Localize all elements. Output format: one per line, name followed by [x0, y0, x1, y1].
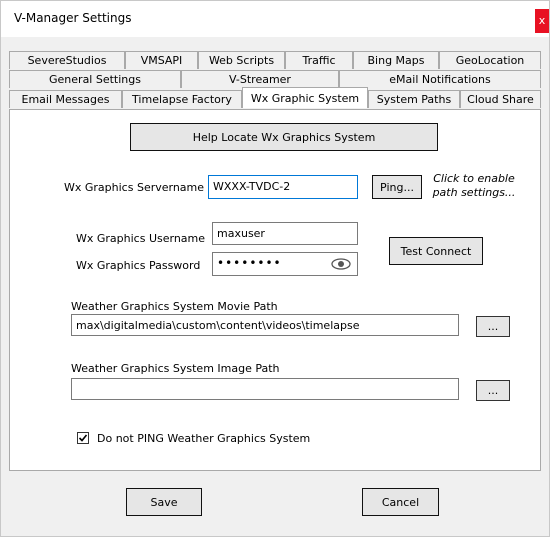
password-value: ••••••••	[217, 256, 282, 270]
window-title: V-Manager Settings	[14, 11, 132, 25]
username-label: Wx Graphics Username	[76, 232, 206, 245]
tab-email-notifications[interactable]: eMail Notifications	[339, 70, 541, 88]
tab-wx-graphic-system[interactable]: Wx Graphic System	[242, 87, 368, 108]
password-label: Wx Graphics Password	[76, 259, 201, 272]
movie-path-browse-button[interactable]: ...	[476, 316, 510, 337]
image-path-input[interactable]	[71, 378, 459, 400]
tab-bing-maps[interactable]: Bing Maps	[353, 51, 439, 69]
tab-traffic[interactable]: Traffic	[285, 51, 353, 69]
no-ping-label: Do not PING Weather Graphics System	[97, 432, 311, 445]
servername-label: Wx Graphics Servername	[64, 181, 205, 194]
tab-v-streamer[interactable]: V-Streamer	[181, 70, 339, 88]
tab-cloud-share[interactable]: Cloud Share	[460, 90, 541, 108]
tab-vmsapi[interactable]: VMSAPI	[125, 51, 198, 69]
ping-hint-line1: Click to enable	[433, 172, 515, 185]
save-button[interactable]: Save	[126, 488, 202, 516]
ping-hint: Click to enable path settings...	[428, 172, 520, 200]
tab-web-scripts[interactable]: Web Scripts	[198, 51, 285, 69]
tab-row-3: Email Messages Timelapse Factory Wx Grap…	[9, 87, 541, 108]
tab-general-settings[interactable]: General Settings	[9, 70, 181, 88]
title-bar: V-Manager Settings x	[1, 1, 549, 37]
tab-email-messages[interactable]: Email Messages	[9, 90, 122, 108]
close-button[interactable]: x	[535, 9, 549, 33]
image-path-label: Weather Graphics System Image Path	[71, 362, 280, 375]
tab-row-1: SevereStudios VMSAPI Web Scripts Traffic…	[9, 51, 541, 69]
image-path-browse-button[interactable]: ...	[476, 380, 510, 401]
eye-icon[interactable]	[330, 255, 352, 273]
tab-severestudios[interactable]: SevereStudios	[9, 51, 125, 69]
servername-input[interactable]: WXXX-TVDC-2	[208, 175, 358, 199]
test-connect-button[interactable]: Test Connect	[389, 237, 483, 265]
tab-system-paths[interactable]: System Paths	[368, 90, 460, 108]
no-ping-checkbox[interactable]	[77, 432, 89, 444]
movie-path-input[interactable]: max\digitalmedia\custom\content\videos\t…	[71, 314, 459, 336]
ping-button[interactable]: Ping...	[372, 175, 422, 199]
wx-graphic-system-panel: Help Locate Wx Graphics System Wx Graphi…	[9, 109, 541, 471]
tab-geolocation[interactable]: GeoLocation	[439, 51, 541, 69]
checkmark-icon	[78, 434, 88, 442]
help-locate-button[interactable]: Help Locate Wx Graphics System	[130, 123, 438, 151]
tab-row-2: General Settings V-Streamer eMail Notifi…	[9, 70, 541, 88]
ping-hint-line2: path settings...	[432, 186, 516, 199]
movie-path-label: Weather Graphics System Movie Path	[71, 300, 278, 313]
cancel-button[interactable]: Cancel	[362, 488, 439, 516]
tab-timelapse-factory[interactable]: Timelapse Factory	[122, 90, 242, 108]
settings-window: V-Manager Settings x SevereStudios VMSAP…	[0, 0, 550, 537]
username-input[interactable]: maxuser	[212, 222, 358, 245]
